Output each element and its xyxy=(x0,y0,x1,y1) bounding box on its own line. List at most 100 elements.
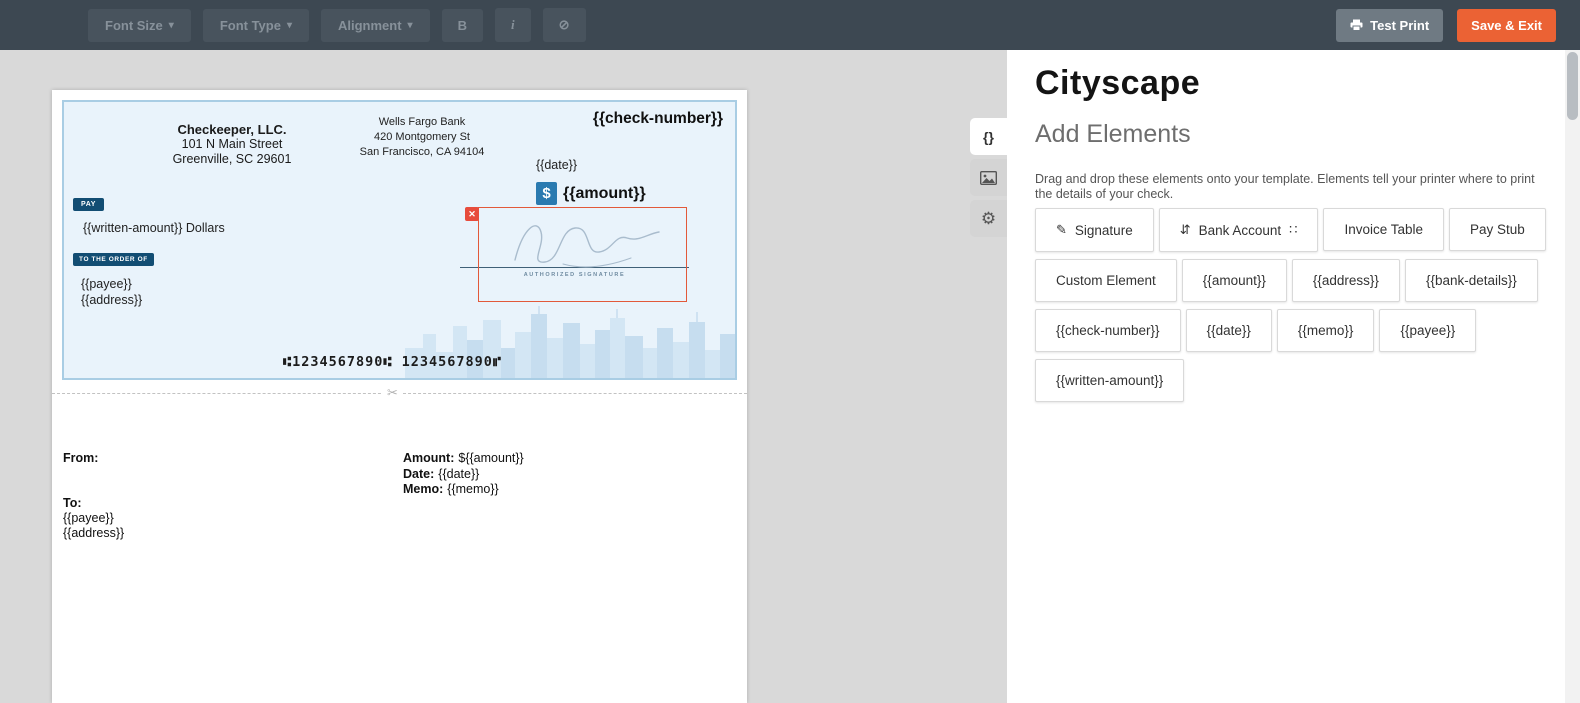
element-label: {{address}} xyxy=(1312,273,1379,288)
image-icon xyxy=(980,170,997,185)
toolbar-right-group: Test Print Save & Exit xyxy=(1336,8,1556,42)
template-title: Cityscape xyxy=(1035,64,1201,102)
pay-badge: PAY xyxy=(73,198,105,211)
element-label: {{bank-details}} xyxy=(1425,273,1517,288)
printer-icon xyxy=(1350,19,1363,31)
element-bank-account[interactable]: ⇵ Bank Account ∷ xyxy=(1158,208,1319,252)
element-check-number[interactable]: {{check-number}} xyxy=(1035,309,1181,352)
delete-signature-button[interactable]: ✕ xyxy=(465,207,479,221)
written-amount-field[interactable]: {{written-amount}} Dollars xyxy=(83,221,225,235)
bank-address2: San Francisco, CA 94104 xyxy=(359,146,485,158)
element-label: Signature xyxy=(1074,222,1133,238)
signature-image xyxy=(514,225,660,268)
clear-formatting-button[interactable]: ⊘ xyxy=(542,8,586,42)
editor-canvas: Checkeeper, LLC. 101 N Main Street Green… xyxy=(0,50,1007,703)
elements-grid: ✎ Signature ⇵ Bank Account ∷ Invoice Tab… xyxy=(1035,208,1550,402)
element-invoice-table[interactable]: Invoice Table xyxy=(1323,208,1445,251)
element-label: Invoice Table xyxy=(1344,222,1424,237)
toolbar: Font Size ▾ Font Type ▾ Alignment ▾ B i … xyxy=(0,0,1580,50)
font-type-label: Font Type xyxy=(219,17,281,33)
code-braces-icon: {} xyxy=(983,128,994,145)
alignment-dropdown[interactable]: Alignment ▾ xyxy=(320,8,430,42)
stub-from-label: From: xyxy=(63,451,99,465)
company-address-block[interactable]: Checkeeper, LLC. 101 N Main Street Green… xyxy=(107,122,357,167)
bank-details-block[interactable]: Wells Fargo Bank 420 Montgomery St San F… xyxy=(322,115,522,160)
element-label: {{payee}} xyxy=(1400,323,1456,338)
payee-placeholder: {{payee}} xyxy=(81,277,132,291)
add-elements-description: Drag and drop these elements onto your t… xyxy=(1035,172,1535,201)
stub-to-label: To: xyxy=(63,496,82,510)
amount-field[interactable]: $ {{amount}} xyxy=(536,182,646,205)
element-pay-stub[interactable]: Pay Stub xyxy=(1449,208,1546,251)
element-label: {{amount}} xyxy=(1202,273,1266,288)
stub-amount-value: ${{amount}} xyxy=(458,451,524,465)
payee-address-field[interactable]: {{payee}} {{address}} xyxy=(81,277,142,308)
element-label: {{check-number}} xyxy=(1056,323,1160,338)
stub-payee-placeholder: {{payee}} xyxy=(63,511,114,525)
italic-button[interactable]: i xyxy=(494,8,531,42)
bank-address1: 420 Montgomery St xyxy=(374,131,470,143)
element-address[interactable]: {{address}} xyxy=(1291,259,1400,302)
element-label: Pay Stub xyxy=(1470,222,1525,237)
check-template-editor: Font Size ▾ Font Type ▾ Alignment ▾ B i … xyxy=(0,0,1580,703)
check-preview[interactable]: Checkeeper, LLC. 101 N Main Street Green… xyxy=(62,100,737,380)
stub-memo-label: Memo: xyxy=(403,482,444,496)
check-page: Checkeeper, LLC. 101 N Main Street Green… xyxy=(52,90,747,703)
element-custom[interactable]: Custom Element xyxy=(1035,259,1177,302)
stub-date-value: {{date}} xyxy=(438,466,480,481)
element-label: {{memo}} xyxy=(1297,323,1354,338)
amount-placeholder: {{amount}} xyxy=(563,184,646,202)
alignment-label: Alignment xyxy=(337,17,402,33)
bold-button[interactable]: B xyxy=(441,8,483,42)
element-amount[interactable]: {{amount}} xyxy=(1181,259,1287,302)
tab-elements[interactable]: {} xyxy=(970,118,1007,155)
chevron-down-icon: ▾ xyxy=(407,19,413,31)
chevron-down-icon: ▾ xyxy=(168,19,174,31)
stub-amount-row: Amount: ${{amount}} xyxy=(403,451,524,467)
element-memo[interactable]: {{memo}} xyxy=(1276,309,1375,352)
element-label: Bank Account xyxy=(1198,222,1282,238)
element-signature[interactable]: ✎ Signature xyxy=(1035,208,1154,252)
company-name: Checkeeper, LLC. xyxy=(177,122,287,137)
scrollbar-thumb[interactable] xyxy=(1567,52,1578,120)
font-type-dropdown[interactable]: Font Type ▾ xyxy=(202,8,309,42)
italic-label: i xyxy=(510,17,515,32)
stub-date-row: Date: {{date}} xyxy=(403,467,524,483)
element-written-amount[interactable]: {{written-amount}} xyxy=(1035,359,1185,402)
element-label: {{written-amount}} xyxy=(1056,373,1164,388)
font-size-dropdown[interactable]: Font Size ▾ xyxy=(88,8,191,42)
clear-formatting-icon: ⊘ xyxy=(558,17,570,32)
date-field[interactable]: {{date}} xyxy=(536,158,577,172)
drag-handle-icon: ∷ xyxy=(1289,222,1298,237)
scissors-icon: ✂ xyxy=(382,385,403,401)
stub-details-block: Amount: ${{amount}} Date: {{date}} Memo:{{… xyxy=(403,451,524,498)
tab-images[interactable] xyxy=(970,159,1007,196)
vertical-scrollbar[interactable] xyxy=(1565,50,1580,703)
test-print-button[interactable]: Test Print xyxy=(1336,8,1444,42)
save-exit-label: Save & Exit xyxy=(1471,17,1542,33)
company-address1: 101 N Main Street xyxy=(181,137,283,151)
company-address2: Greenville, SC 29601 xyxy=(172,152,292,166)
address-placeholder: {{address}} xyxy=(81,292,143,307)
stub-payee-block: {{payee}} {{address}} xyxy=(63,511,124,541)
check-number-field[interactable]: {{check-number}} xyxy=(593,110,723,128)
add-elements-heading: Add Elements xyxy=(1035,120,1191,148)
save-exit-button[interactable]: Save & Exit xyxy=(1457,8,1556,42)
element-date[interactable]: {{date}} xyxy=(1185,309,1272,352)
stub-address-placeholder: {{address}} xyxy=(63,526,125,540)
element-bank-details[interactable]: {{bank-details}} xyxy=(1404,259,1538,302)
signature-element-selected[interactable]: ✕ xyxy=(465,207,687,302)
sidebar: Cityscape Add Elements Drag and drop the… xyxy=(1007,50,1580,703)
stub-memo-row: Memo: {{memo}} xyxy=(403,482,524,498)
stub-memo-value: {{memo}} xyxy=(447,482,499,496)
chevron-down-icon: ▾ xyxy=(286,19,292,31)
tab-settings[interactable]: ⚙ xyxy=(970,200,1007,237)
test-print-label: Test Print xyxy=(1370,17,1430,33)
stub-amount-label: Amount: xyxy=(403,451,455,465)
element-label: {{date}} xyxy=(1206,323,1251,338)
font-size-label: Font Size xyxy=(105,17,163,33)
element-payee[interactable]: {{payee}} xyxy=(1379,309,1477,352)
perforation-line: ✂ xyxy=(52,385,747,401)
bank-name: Wells Fargo Bank xyxy=(378,116,466,128)
pen-icon: ✎ xyxy=(1056,222,1067,237)
